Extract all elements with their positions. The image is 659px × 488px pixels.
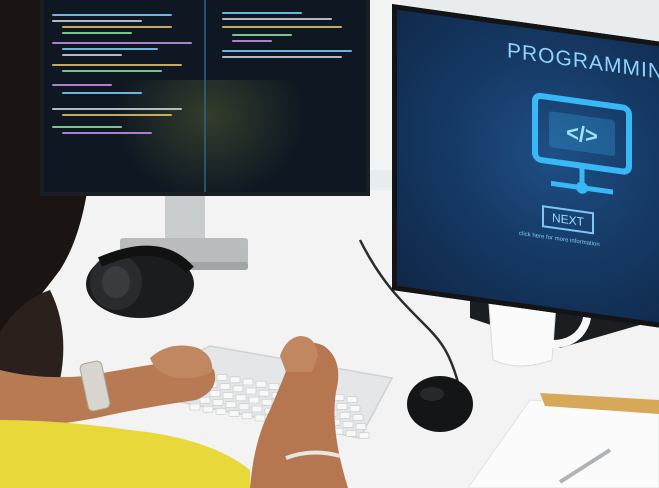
code-line <box>62 54 122 56</box>
keyboard-key[interactable] <box>251 405 263 413</box>
code-line <box>62 92 142 94</box>
code-line <box>62 26 172 28</box>
keyboard-key[interactable] <box>235 394 247 402</box>
keyboard-key[interactable] <box>258 389 270 397</box>
keyboard-key[interactable] <box>255 380 267 388</box>
keyboard-key[interactable] <box>352 414 364 421</box>
keyboard-key[interactable] <box>342 421 354 428</box>
code-line <box>62 48 158 50</box>
code-line <box>232 34 292 36</box>
code-line <box>52 20 142 22</box>
desk-scene: PROGRAMMIN </> NEXT click here for more … <box>0 0 659 488</box>
code-line <box>62 70 162 72</box>
keyboard-key[interactable] <box>215 408 227 415</box>
keyboard-key[interactable] <box>261 398 273 406</box>
keyboard-key[interactable] <box>242 378 254 386</box>
left-monitor-screen <box>40 0 370 196</box>
keyboard-key[interactable] <box>232 385 244 393</box>
code-line <box>62 32 132 34</box>
keyboard-key[interactable] <box>222 392 234 399</box>
keyboard-key[interactable] <box>238 403 250 411</box>
keyboard-key[interactable] <box>199 396 211 404</box>
left-monitor-neck <box>165 194 205 242</box>
keyboard-key[interactable] <box>212 399 224 406</box>
code-line <box>52 64 182 66</box>
code-line <box>52 126 122 128</box>
keyboard-key[interactable] <box>229 376 241 384</box>
keyboard-key[interactable] <box>254 414 266 422</box>
code-line <box>222 12 302 14</box>
keyboard-key[interactable] <box>336 403 348 410</box>
code-line <box>52 42 192 44</box>
keyboard-key[interactable] <box>245 387 257 395</box>
keyboard-key[interactable] <box>216 374 228 381</box>
keyboard-key[interactable] <box>189 403 201 411</box>
keyboard-key[interactable] <box>339 412 351 419</box>
keyboard-key[interactable] <box>209 390 221 397</box>
keyboard-key[interactable] <box>358 432 370 439</box>
code-line <box>232 40 272 42</box>
keyboard-key[interactable] <box>349 405 361 412</box>
code-line <box>222 18 332 20</box>
code-line <box>62 132 152 134</box>
keyboard-key[interactable] <box>225 401 237 408</box>
code-line <box>222 26 342 28</box>
code-editor[interactable] <box>52 8 362 188</box>
code-line <box>52 84 112 86</box>
keyboard-key[interactable] <box>268 383 280 390</box>
keyboard-key[interactable] <box>228 410 240 417</box>
code-line <box>52 108 182 110</box>
keyboard-key[interactable] <box>345 430 357 437</box>
code-line <box>62 114 172 116</box>
computer-mouse[interactable] <box>407 376 473 432</box>
keyboard-key[interactable] <box>219 383 231 390</box>
keyboard-key[interactable] <box>202 405 214 413</box>
keyboard-key[interactable] <box>248 396 260 404</box>
keyboard-key[interactable] <box>346 396 358 403</box>
code-computer-icon: </> <box>532 92 632 195</box>
code-line <box>222 50 352 52</box>
code-line <box>222 56 342 58</box>
code-line <box>52 14 172 16</box>
keyboard-key[interactable] <box>355 423 367 430</box>
svg-text:</>: </> <box>566 120 598 149</box>
keyboard-key[interactable] <box>241 412 253 420</box>
right-monitor-screen: PROGRAMMIN </> NEXT click here for more … <box>392 4 659 329</box>
